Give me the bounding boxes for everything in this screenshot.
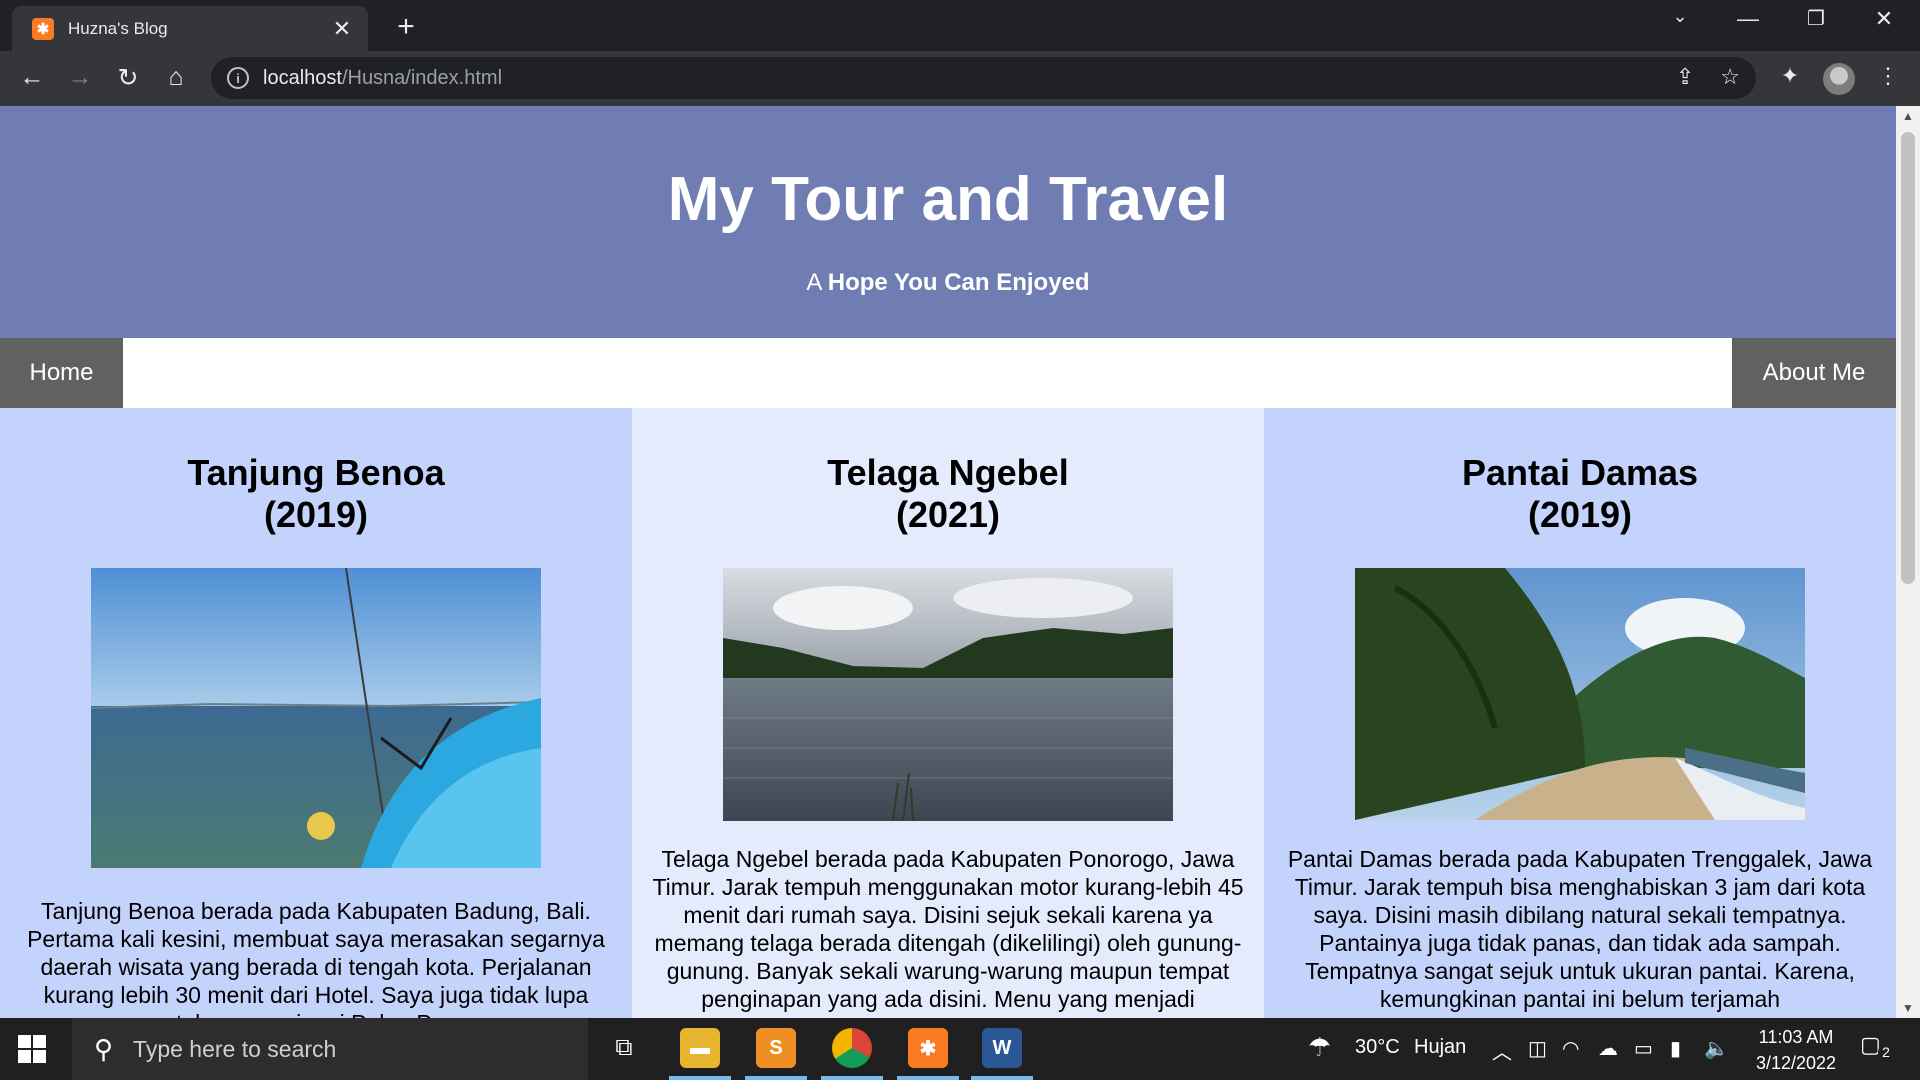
article-card: Telaga Ngebel (2021) Telaga Ngebel berad…: [632, 408, 1264, 1018]
battery-icon[interactable]: ▮: [1670, 1036, 1681, 1061]
browser-tab[interactable]: ✱ Huzna's Blog ✕: [12, 6, 368, 51]
notification-count-badge: 2: [1878, 1044, 1894, 1060]
search-placeholder: Type here to search: [133, 1035, 337, 1062]
site-info-icon[interactable]: i: [227, 67, 249, 89]
weather-rain-icon[interactable]: ☂: [1308, 1032, 1331, 1063]
site-title: My Tour and Travel: [667, 165, 1229, 234]
nav-home-link[interactable]: Home: [0, 338, 123, 408]
display-icon[interactable]: ▭: [1634, 1036, 1653, 1061]
browser-tab-strip: ✱ Huzna's Blog ✕ + ⌄ — ❐ ✕: [0, 0, 1920, 51]
sublime-text-icon[interactable]: S: [756, 1028, 796, 1068]
clock[interactable]: 11:03 AM 3/12/2022: [1746, 1024, 1846, 1076]
article-year: (2019): [1527, 494, 1633, 535]
article-title-line: Tanjung Benoa: [187, 452, 445, 493]
chrome-icon[interactable]: [832, 1028, 872, 1068]
task-view-icon[interactable]: ⧉: [604, 1028, 644, 1068]
windows-start-icon[interactable]: [18, 1035, 46, 1063]
pantai-damas-photo: [1355, 568, 1805, 820]
search-icon: ⚲: [94, 1033, 114, 1064]
site-subtitle: A Hope You Can Enjoyed: [0, 269, 1896, 297]
close-tab-icon[interactable]: ✕: [330, 16, 354, 42]
subtitle-bold: Hope You Can Enjoyed: [827, 269, 1090, 296]
new-tab-button[interactable]: +: [390, 10, 422, 44]
windows-taskbar: ⚲ Type here to search ⧉ ▬ S ✱ W ☂ 30°C H…: [0, 1018, 1920, 1080]
taskbar-search-box[interactable]: ⚲ Type here to search: [72, 1018, 588, 1080]
nav-about-link[interactable]: About Me: [1732, 338, 1896, 408]
article-title: Telaga Ngebel (2021): [632, 452, 1264, 536]
tab-title: Huzna's Blog: [68, 18, 168, 38]
article-columns: Tanjung Benoa (2019) Tanjung Benoa berad…: [0, 408, 1896, 1018]
word-active-indicator: [971, 1076, 1033, 1080]
article-card: Pantai Damas (2019) Pantai Damas berada …: [1264, 408, 1896, 1018]
xampp-taskbar-icon[interactable]: ✱: [908, 1028, 948, 1068]
sublime-active-indicator: [745, 1076, 807, 1080]
back-icon[interactable]: ←: [16, 63, 48, 92]
extensions-icon[interactable]: ✦: [1774, 63, 1806, 89]
article-year: (2021): [895, 494, 1001, 535]
menu-kebab-icon[interactable]: ⋮: [1872, 63, 1904, 89]
article-text: Tanjung Benoa berada pada Kabupaten Badu…: [27, 898, 605, 1018]
article-title-line: Pantai Damas: [1461, 452, 1699, 493]
xampp-active-indicator: [897, 1076, 959, 1080]
word-icon[interactable]: W: [982, 1028, 1022, 1068]
restore-button[interactable]: ❐: [1796, 6, 1836, 31]
onedrive-icon[interactable]: ☁: [1598, 1036, 1618, 1061]
article-title: Pantai Damas (2019): [1264, 452, 1896, 536]
scrollbar-thumb[interactable]: [1901, 132, 1915, 584]
article-title: Tanjung Benoa (2019): [0, 452, 632, 536]
forward-icon[interactable]: →: [64, 63, 96, 92]
home-icon[interactable]: ⌂: [160, 63, 192, 92]
file-explorer-active-indicator: [669, 1076, 731, 1080]
tanjung-benoa-photo: [91, 568, 541, 868]
scroll-down-icon[interactable]: ▼: [1896, 998, 1920, 1018]
profile-avatar[interactable]: [1823, 63, 1855, 95]
url-host: localhost: [263, 66, 342, 89]
clock-time: 11:03 AM: [1758, 1027, 1834, 1047]
reload-icon[interactable]: ↻: [112, 63, 144, 93]
share-icon[interactable]: ⇪: [1676, 64, 1694, 90]
article-card: Tanjung Benoa (2019) Tanjung Benoa berad…: [0, 408, 632, 1018]
bookmark-star-icon[interactable]: ☆: [1720, 64, 1740, 90]
subtitle-prefix: A: [806, 269, 822, 296]
weather-desc[interactable]: Hujan: [1414, 1036, 1466, 1059]
site-header: My Tour and Travel A Hope You Can Enjoye…: [0, 106, 1896, 338]
article-year: (2019): [263, 494, 369, 535]
wifi-icon[interactable]: ◠: [1562, 1036, 1579, 1061]
article-text: Pantai Damas berada pada Kabupaten Treng…: [1287, 846, 1873, 1012]
meet-now-icon[interactable]: ◫: [1528, 1036, 1547, 1061]
tray-chevron-up-icon[interactable]: ︿: [1492, 1036, 1512, 1065]
weather-temp[interactable]: 30°C: [1355, 1036, 1400, 1059]
notification-center-icon[interactable]: ▢ 2: [1860, 1032, 1896, 1066]
url-path: /Husna/index.html: [341, 66, 503, 89]
minimize-button[interactable]: —: [1728, 6, 1768, 32]
article-title-line: Telaga Ngebel: [827, 452, 1069, 493]
file-explorer-icon[interactable]: ▬: [680, 1028, 720, 1068]
tab-search-icon[interactable]: ⌄: [1660, 6, 1700, 27]
volume-icon[interactable]: 🔈: [1704, 1036, 1729, 1061]
chrome-active-indicator: [821, 1076, 883, 1080]
article-text: Telaga Ngebel berada pada Kabupaten Pono…: [652, 846, 1244, 1012]
xampp-icon: ✱: [32, 17, 54, 40]
site-navbar: Home About Me: [0, 338, 1896, 408]
scroll-up-icon[interactable]: ▲: [1896, 106, 1920, 126]
close-window-button[interactable]: ✕: [1864, 6, 1904, 32]
telaga-ngebel-photo: [723, 568, 1173, 821]
clock-date: 3/12/2022: [1755, 1053, 1837, 1073]
page-viewport: My Tour and Travel A Hope You Can Enjoye…: [0, 106, 1896, 1018]
browser-toolbar: ← → ↻ ⌂ i localhost/Husna/index.html ⇪ ☆…: [0, 51, 1920, 106]
page-scrollbar[interactable]: ▲ ▼: [1896, 106, 1920, 1018]
address-bar[interactable]: i localhost/Husna/index.html ⇪ ☆: [211, 57, 1756, 99]
